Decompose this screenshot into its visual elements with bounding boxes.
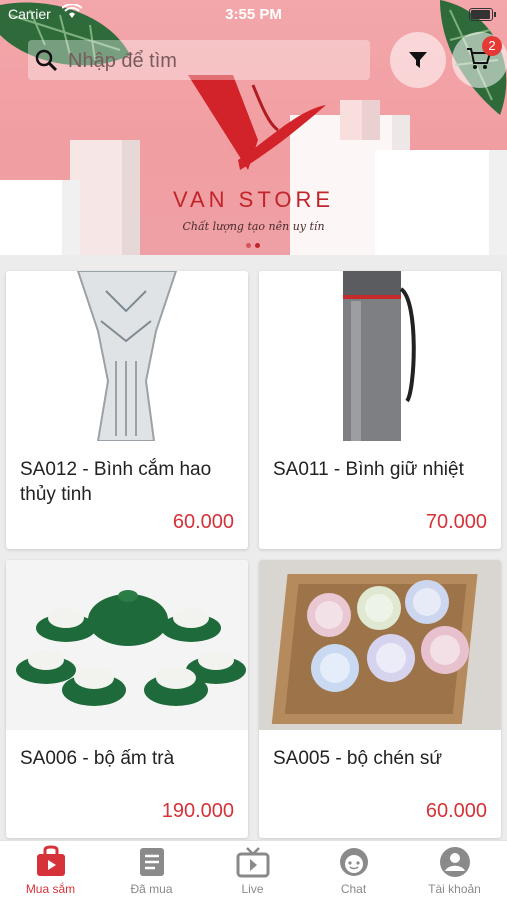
clock: 3:55 PM (225, 6, 282, 23)
tab-shopping[interactable]: Mua sắm (0, 841, 101, 901)
product-image (6, 560, 248, 730)
product-card[interactable]: SA006 - bộ ấm trà 190.000 (6, 560, 248, 838)
product-image (6, 271, 248, 442)
tab-chat[interactable]: Chat (303, 841, 404, 901)
brand-tagline: Chất lượng tạo nên uy tín (182, 220, 325, 233)
search-icon[interactable] (34, 48, 58, 72)
pedestal-decor (340, 100, 380, 140)
carousel-dot-active[interactable] (255, 243, 260, 248)
product-name: SA005 - bộ chén sứ (273, 748, 443, 769)
product-price: 60.000 (172, 511, 234, 533)
battery-icon (469, 8, 496, 21)
green-tea-set-image (6, 560, 248, 730)
brand-name: VAN STORE (172, 187, 335, 212)
bottom-tab-bar: Mua sắm Đã mua Live Chat Tài khoản (0, 840, 507, 901)
tab-account[interactable]: Tài khoản (404, 841, 505, 901)
status-bar: Carrier 3:55 PM (0, 0, 507, 30)
search-bar[interactable] (28, 40, 370, 82)
tab-label: Đã mua (130, 882, 173, 896)
product-name: SA011 - Bình giữ nhiệt (273, 459, 464, 480)
product-price: 190.000 (161, 800, 234, 822)
glass-vase-image (76, 271, 178, 442)
filter-icon (409, 52, 427, 68)
product-card[interactable]: SA005 - bộ chén sứ 60.000 (259, 560, 501, 838)
tab-label: Tài khoản (428, 882, 481, 896)
porcelain-bowl-set-image (259, 560, 501, 730)
product-card[interactable]: SA011 - Bình giữ nhiệt 70.000 (259, 271, 501, 549)
product-name: SA012 - Bình cắm hao thủy tinh (20, 459, 212, 505)
hero-banner[interactable]: VAN STORE Chất lượng tạo nên uy tín Carr… (0, 0, 507, 255)
tv-play-icon (236, 847, 270, 878)
filter-button[interactable] (390, 32, 446, 88)
product-price: 70.000 (425, 511, 487, 533)
product-name: SA006 - bộ ấm trà (20, 748, 175, 769)
tab-purchased[interactable]: Đã mua (101, 841, 202, 901)
cart-count-badge: 2 (482, 36, 502, 56)
search-input[interactable] (66, 40, 360, 82)
account-icon (440, 847, 470, 877)
carousel-dots (244, 235, 262, 253)
shopping-bag-icon (37, 845, 65, 876)
product-image (259, 560, 501, 730)
chat-face-icon (340, 848, 368, 876)
carousel-dot[interactable] (246, 243, 251, 248)
van-store-logo (188, 75, 326, 170)
document-icon (140, 848, 164, 876)
thermos-bottle-image (343, 271, 416, 441)
tab-label: Live (241, 882, 264, 896)
tab-live[interactable]: Live (202, 841, 303, 901)
tab-label: Chat (340, 882, 367, 896)
product-card[interactable]: SA012 - Bình cắm hao thủy tinh 60.000 (6, 271, 248, 549)
product-image (259, 271, 501, 441)
product-price: 60.000 (425, 800, 487, 822)
tab-label: Mua sắm (25, 882, 76, 896)
